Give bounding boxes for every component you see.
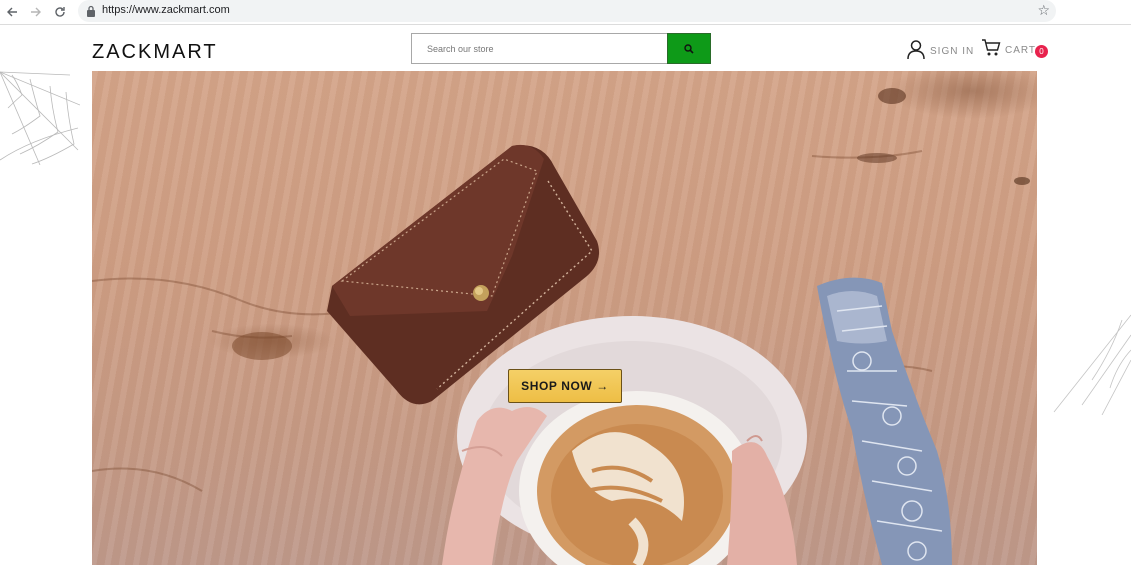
hero-image	[92, 88, 1030, 565]
lock-icon	[87, 5, 95, 17]
sign-in-link[interactable]: SIGN IN	[906, 39, 974, 59]
search-input[interactable]	[412, 34, 668, 63]
shop-now-button[interactable]: SHOP NOW →	[508, 369, 622, 403]
site-logo[interactable]: ZACKMART	[92, 41, 218, 64]
sign-in-label: SIGN IN	[930, 45, 975, 57]
cart-label: CART	[1005, 44, 1037, 56]
site-header: ZACKMART SIGN IN CART 0	[0, 26, 1131, 72]
cobweb-decoration-right	[1053, 314, 1131, 415]
search-button[interactable]	[667, 33, 711, 64]
reload-icon	[55, 7, 65, 17]
search-icon	[684, 43, 694, 54]
browser-toolbar: https://www.zackmart.com ☆	[0, 0, 1131, 25]
reload-button[interactable]	[51, 3, 69, 21]
user-icon	[907, 40, 925, 59]
address-bar[interactable]: https://www.zackmart.com ☆	[78, 0, 1056, 22]
arrow-right-icon	[31, 7, 41, 17]
cobweb-decoration-left	[0, 71, 80, 165]
cart-icon	[982, 39, 1001, 56]
url-text[interactable]: https://www.zackmart.com	[102, 4, 230, 16]
star-icon[interactable]: ☆	[1037, 2, 1050, 20]
search-box	[411, 33, 668, 64]
napkin-illustration	[817, 277, 952, 565]
cart-link[interactable]: CART 0	[981, 39, 1048, 58]
cart-count-badge: 0	[1035, 45, 1048, 58]
forward-button[interactable]	[27, 3, 45, 21]
hero-banner: SHOP NOW →	[92, 71, 1037, 565]
arrow-left-icon	[7, 7, 17, 17]
back-button[interactable]	[3, 3, 21, 21]
